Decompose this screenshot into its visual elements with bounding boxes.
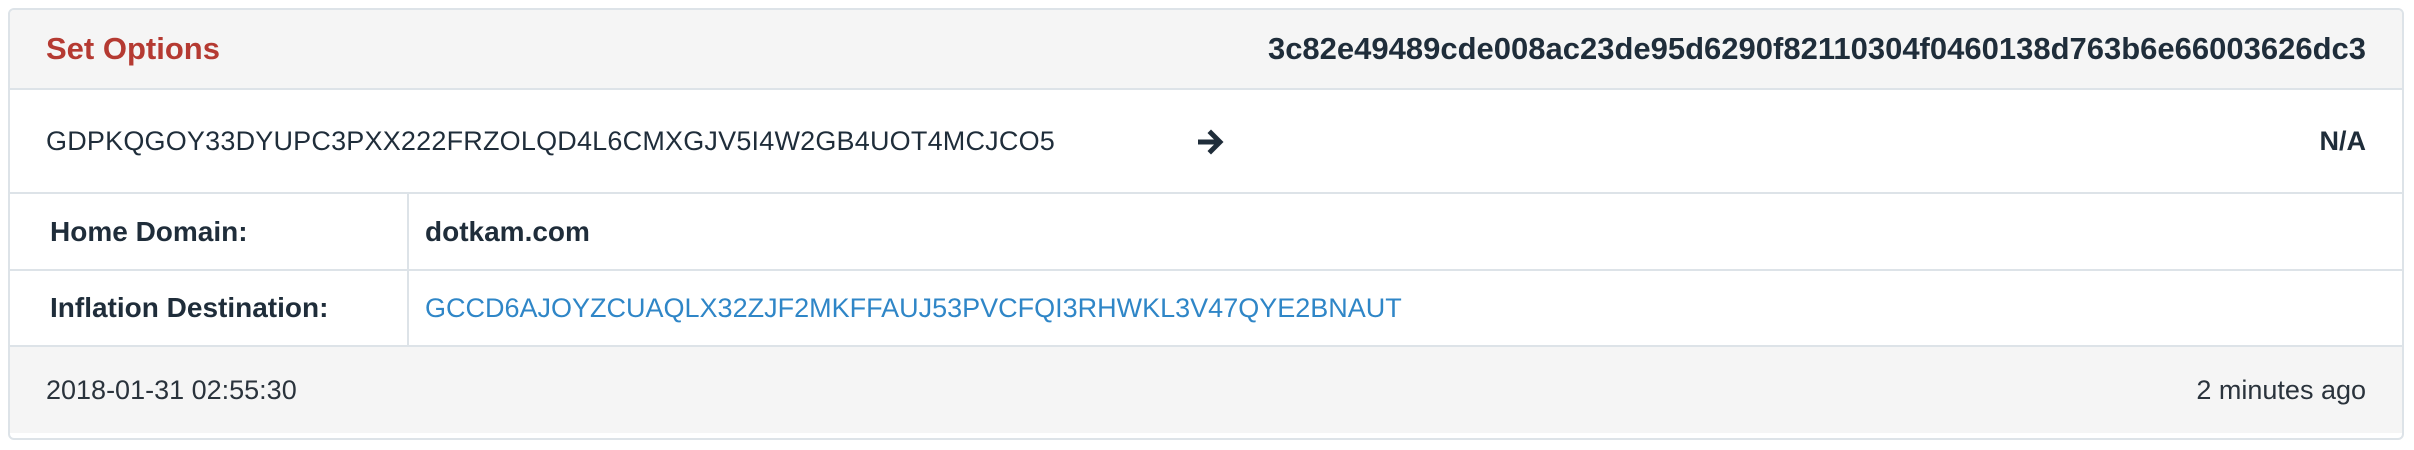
home-domain-value: dotkam.com (425, 215, 590, 247)
transaction-hash[interactable]: 3c82e49489cde008ac23de95d6290f82110304f0… (1268, 31, 2366, 67)
relative-time: 2 minutes ago (2196, 374, 2366, 405)
home-domain-label: Home Domain: (10, 194, 409, 271)
operation-header: Set Options 3c82e49489cde008ac23de95d629… (10, 10, 2402, 90)
inflation-destination-link[interactable]: GCCD6AJOYZCUAQLX32ZJF2MKFFAUJ53PVCFQI3RH… (425, 293, 1402, 323)
details-table: Home Domain: dotkam.com Inflation Destin… (10, 194, 2402, 347)
arrow-right-icon (1198, 129, 1224, 155)
timestamp: 2018-01-31 02:55:30 (46, 374, 297, 405)
account-row: GDPKQGOY33DYUPC3PXX222FRZOLQD4L6CMXGJV5I… (10, 90, 2402, 194)
operation-title: Set Options (46, 31, 220, 66)
operation-panel: Set Options 3c82e49489cde008ac23de95d629… (8, 8, 2404, 440)
inflation-destination-label: Inflation Destination: (10, 270, 409, 347)
table-row: Inflation Destination: GCCD6AJOYZCUAQLX3… (10, 270, 2402, 347)
inflation-destination-value-cell: GCCD6AJOYZCUAQLX32ZJF2MKFFAUJ53PVCFQI3RH… (408, 270, 2402, 347)
target-account: N/A (2319, 125, 2367, 156)
source-account[interactable]: GDPKQGOY33DYUPC3PXX222FRZOLQD4L6CMXGJV5I… (46, 126, 1055, 157)
table-row: Home Domain: dotkam.com (10, 194, 2402, 271)
home-domain-value-cell: dotkam.com (408, 194, 2402, 271)
operation-footer: 2018-01-31 02:55:30 2 minutes ago (10, 347, 2402, 433)
